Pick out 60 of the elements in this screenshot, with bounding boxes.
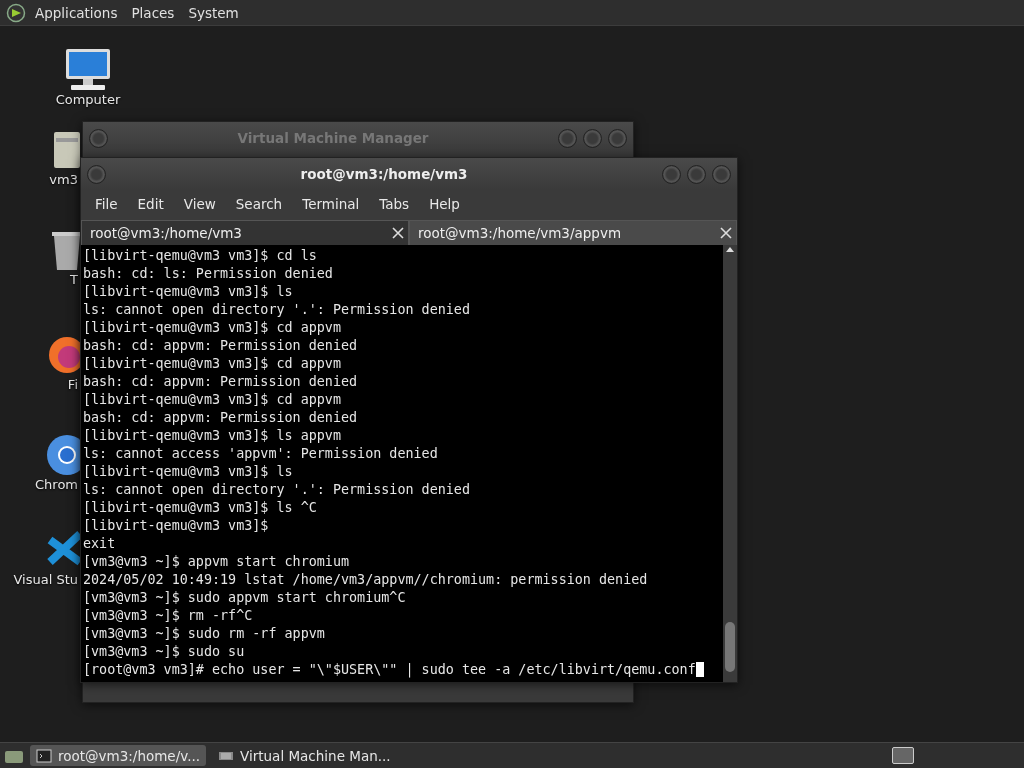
terminal-line: [libvirt-qemu@vm3 vm3]$ cd appvm (83, 391, 342, 409)
minimize-button[interactable] (662, 164, 681, 184)
desktop-icon-label[interactable]: Computer (55, 92, 121, 107)
menu-item[interactable]: Help (419, 196, 470, 212)
terminal-line: [vm3@vm3 ~]$ sudo su (83, 643, 246, 661)
close-icon[interactable] (720, 227, 732, 239)
close-button[interactable] (712, 164, 731, 184)
terminal-line: bash: cd: appvm: Permission denied (83, 409, 359, 427)
desktop-icon-label[interactable]: vm3 (49, 172, 78, 187)
terminal-line: [libvirt-qemu@vm3 vm3]$ (83, 517, 270, 535)
taskbar-button[interactable]: root@vm3:/home/v... (30, 745, 207, 766)
close-button[interactable] (608, 128, 627, 148)
terminal-line: [vm3@vm3 ~]$ appvm start chromium (83, 553, 351, 571)
desktop-icon-label[interactable]: Chrom (35, 477, 78, 492)
terminal-line: bash: cd: appvm: Permission denied (83, 337, 359, 355)
desktop-icon-label[interactable]: Visual Stu (13, 572, 78, 587)
panel-menu-item[interactable]: Applications (30, 4, 123, 21)
taskbar-button[interactable]: Virtual Machine Man... (212, 745, 397, 766)
maximize-button[interactable] (583, 128, 602, 148)
panel-menu-item[interactable]: Places (126, 4, 180, 21)
menu-item[interactable]: File (85, 196, 128, 212)
terminal-line: [vm3@vm3 ~]$ sudo appvm start chromium^C (83, 589, 407, 607)
terminal-line: [libvirt-qemu@vm3 vm3]$ cd appvm (83, 355, 342, 373)
terminal-line: [vm3@vm3 ~]$ rm -rf^C (83, 607, 254, 625)
menu-item[interactable]: Search (225, 196, 293, 212)
terminal-icon (36, 748, 52, 763)
window-menu-button[interactable] (87, 164, 106, 184)
scrollbar[interactable] (723, 245, 737, 682)
terminal-line: bash: cd: ls: Permission denied (83, 265, 334, 283)
desktop-icon-label[interactable]: T (70, 272, 78, 287)
terminal-line: exit (83, 535, 117, 553)
terminal-line: ls: cannot open directory '.': Permission denied (83, 481, 471, 499)
panel-menu-item[interactable]: System (183, 4, 244, 21)
menu-item[interactable]: View (173, 196, 226, 212)
terminal-line: [libvirt-qemu@vm3 vm3]$ cd ls (83, 247, 318, 265)
terminal-tab[interactable]: root@vm3:/home/vm3 (81, 220, 409, 245)
window-menu-button[interactable] (89, 128, 108, 148)
terminal-line: [vm3@vm3 ~]$ sudo rm -rf appvm (83, 625, 326, 643)
terminal-line: [libvirt-qemu@vm3 vm3]$ cd appvm (83, 319, 342, 337)
menu-item[interactable]: Terminal (292, 196, 370, 212)
minimize-button[interactable] (558, 128, 577, 148)
terminal-line: [libvirt-qemu@vm3 vm3]$ ls (83, 283, 294, 301)
terminal-line: bash: cd: appvm: Permission denied (83, 373, 359, 391)
terminal-line: [libvirt-qemu@vm3 vm3]$ ls (83, 463, 294, 481)
desktop-icon-label[interactable]: Fi (67, 377, 78, 392)
terminal-line: [libvirt-qemu@vm3 vm3]$ ls appvm (83, 427, 342, 445)
terminal-line: [libvirt-qemu@vm3 vm3]$ ls ^C (83, 499, 318, 517)
menu-item[interactable]: Tabs (369, 196, 420, 212)
terminal-line: ls: cannot access 'appvm': Permission denied (83, 445, 439, 463)
maximize-button[interactable] (687, 164, 706, 184)
terminal-line: 2024/05/02 10:49:19 lstat /home/vm3/appvm//chromium: permission denied (83, 571, 649, 589)
menu-item[interactable]: Edit (127, 196, 174, 212)
terminal-tab[interactable]: root@vm3:/home/vm3/appvm (409, 220, 737, 245)
terminal-line: ls: cannot open directory '.': Permission denied (83, 301, 471, 319)
scrollbar-thumb[interactable] (725, 622, 735, 672)
terminal-line: [root@vm3 vm3]# echo user = "\"$USER\"" | sudo tee -a /etc/libvirt/qemu.conf (83, 661, 721, 679)
window-title: Virtual Machine Manager (236, 130, 430, 146)
window-title: root@vm3:/home/vm3 (299, 166, 469, 182)
close-icon[interactable] (392, 227, 404, 239)
workspace-switcher[interactable] (892, 747, 914, 764)
